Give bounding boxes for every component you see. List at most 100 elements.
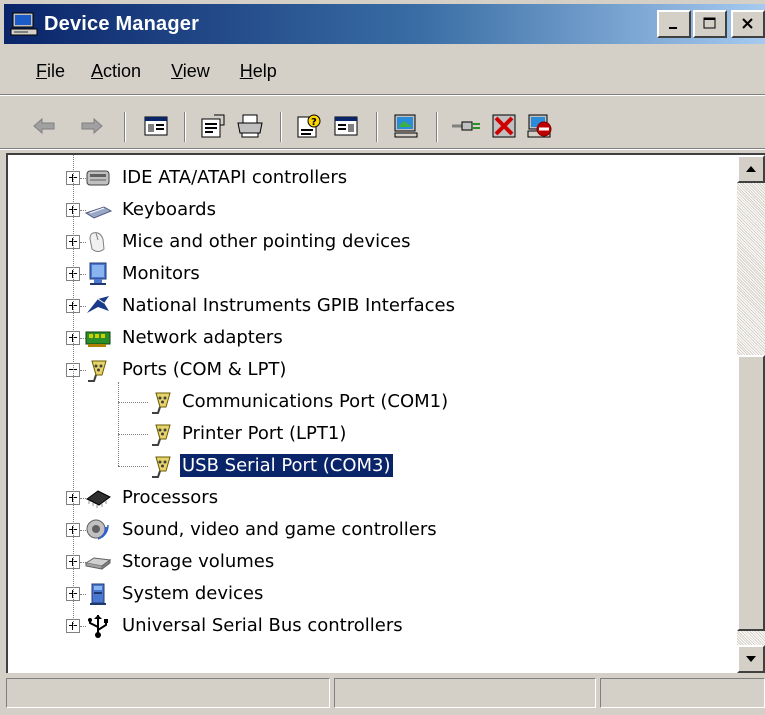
toolbar-separator [0,148,765,150]
maximize-icon [703,17,716,29]
tree-child-line [118,382,119,466]
properties-icon [201,114,225,138]
scroll-down-arrow-icon [746,656,756,662]
tree-node-network-adapters[interactable]: Network adapters [8,322,728,354]
scan-hardware-icon [394,114,418,138]
tree-node-label[interactable]: Sound, video and game controllers [120,518,439,541]
status-pane-1 [6,678,330,708]
tree-node-label[interactable]: Network adapters [120,326,285,349]
tree-node-universal-serial-bus-controllers[interactable]: Universal Serial Bus controllers [8,610,728,642]
show-hide-console-tree-button[interactable] [140,110,172,142]
uninstall-icon [492,114,516,138]
maximize-button[interactable] [693,10,727,38]
scroll-down-button[interactable] [737,645,765,673]
tree-node-monitors[interactable]: Monitors [8,258,728,290]
menu-bar: File Action View Help [4,56,277,86]
port-icon [148,421,176,447]
menu-action-accelerator: A [91,60,104,81]
scrollbar-thumb[interactable] [737,355,765,631]
tree-trunk-line [73,155,74,626]
monitor-icon [84,261,112,287]
tree-node-label[interactable]: Communications Port (COM1) [180,390,450,413]
back-button[interactable] [28,110,60,142]
forward-button[interactable] [76,110,108,142]
help-button[interactable]: ? [294,110,326,142]
status-pane-3 [600,678,765,708]
tree-node-printer-port-lpt1[interactable]: Printer Port (LPT1) [8,418,728,450]
tree-node-system-devices[interactable]: System devices [8,578,728,610]
gpib-icon [84,293,112,319]
update-driver-button[interactable] [450,110,482,142]
close-icon [742,18,753,29]
device-manager-window: Device Manager File Action View Help ? I… [0,0,765,715]
tree-node-label[interactable]: System devices [120,582,265,605]
scroll-up-button[interactable] [737,155,765,183]
window-title: Device Manager [44,12,200,35]
tree-node-label[interactable]: National Instruments GPIB Interfaces [120,294,457,317]
toolbar-divider [184,112,186,142]
network-adapter-icon [84,325,112,351]
close-button[interactable] [731,10,765,38]
update-driver-icon [452,121,480,131]
tree-connector [118,466,148,467]
processor-icon [84,485,112,511]
menu-view-accelerator: V [171,60,183,81]
minimize-icon [669,27,677,29]
scroll-up-arrow-icon [746,166,756,172]
tree-node-sound-video-and-game-controllers[interactable]: Sound, video and game controllers [8,514,728,546]
properties-button[interactable] [198,110,230,142]
tree-node-label[interactable]: Ports (COM & LPT) [120,358,288,381]
device-tree[interactable]: IDE ATA/ATAPI controllers Keyboards Mice a… [6,153,765,673]
toolbar: ? [4,104,765,148]
tree-node-label[interactable]: Storage volumes [120,550,276,573]
menu-view-label: iew [182,60,210,81]
tree-node-label-selected[interactable]: USB Serial Port (COM3) [179,453,394,478]
menu-help-label: elp [252,60,277,81]
tree-node-label[interactable]: Universal Serial Bus controllers [120,614,405,637]
tree-node-label[interactable]: IDE ATA/ATAPI controllers [120,166,349,189]
uninstall-button[interactable] [488,110,520,142]
tree-connector [118,434,148,435]
menu-file-accelerator: F [36,60,47,81]
tree-node-label[interactable]: Monitors [120,262,202,285]
usb-icon [84,613,112,639]
menu-file[interactable]: File [36,61,65,82]
port-icon [148,453,176,479]
show-hide-console-tree-icon [144,116,168,136]
menu-action[interactable]: Action [91,61,141,82]
show-hide-action-pane-icon [334,116,358,136]
toolbar-divider [436,112,438,142]
menu-help[interactable]: Help [240,61,277,82]
title-bar[interactable]: Device Manager [4,4,765,44]
window-controls [655,10,765,38]
tree-node-communications-port-com1[interactable]: Communications Port (COM1) [8,386,728,418]
tree-node-keyboards[interactable]: Keyboards [8,194,728,226]
scan-hardware-button[interactable] [390,110,422,142]
minimize-button[interactable] [657,10,691,38]
menu-view[interactable]: View [171,61,210,82]
tree-node-label[interactable]: Mice and other pointing devices [120,230,412,253]
print-button[interactable] [234,110,266,142]
disable-device-icon [527,114,552,138]
tree-node-ports-com-lpt[interactable]: Ports (COM & LPT) [8,354,728,386]
vertical-scrollbar[interactable] [737,155,765,673]
tree-node-usb-serial-port-com3[interactable]: USB Serial Port (COM3) [8,450,728,482]
tree-node-label[interactable]: Processors [120,486,220,509]
show-hide-action-pane-button[interactable] [330,110,362,142]
menu-file-label: ile [47,60,66,81]
mouse-icon [84,229,112,255]
tree-node-national-instruments-gpib-interfaces[interactable]: National Instruments GPIB Interfaces [8,290,728,322]
tree-node-label[interactable]: Keyboards [120,198,218,221]
disable-device-button[interactable] [524,110,556,142]
tree-node-ide-ata-atapi-controllers[interactable]: IDE ATA/ATAPI controllers [8,162,728,194]
tree-node-label[interactable]: Printer Port (LPT1) [180,422,348,445]
storage-volume-icon [84,549,112,575]
port-icon [84,357,112,383]
system-device-icon [84,581,112,607]
tree-node-storage-volumes[interactable]: Storage volumes [8,546,728,578]
menu-separator [0,94,765,96]
tree-node-processors[interactable]: Processors [8,482,728,514]
status-bar [4,676,765,712]
tree-node-mice-and-other-pointing-devices[interactable]: Mice and other pointing devices [8,226,728,258]
forward-arrow-icon [81,117,103,135]
